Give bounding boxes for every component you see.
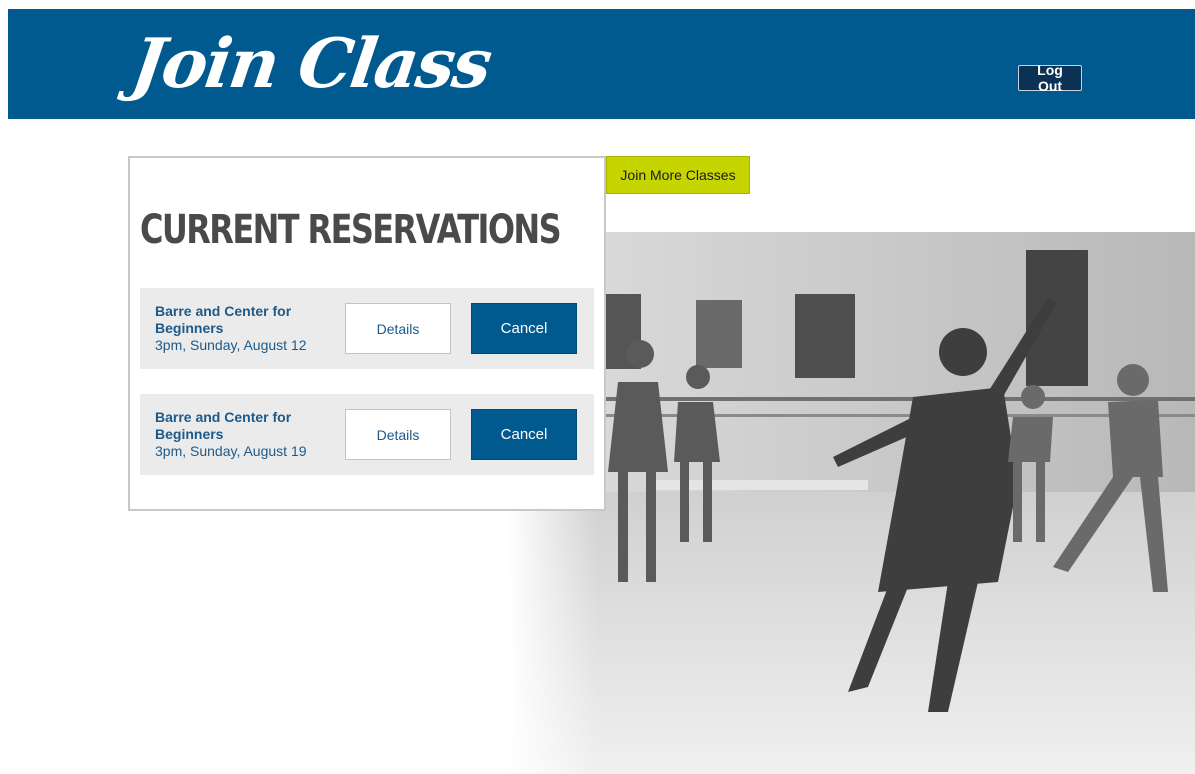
panel-title: CURRENT RESERVATIONS — [140, 207, 562, 253]
details-button[interactable]: Details — [345, 303, 451, 354]
reservation-item: Barre and Center for Beginners 3pm, Sund… — [140, 394, 594, 475]
reservation-class-name: Barre and Center for Beginners — [155, 409, 292, 442]
top-strip — [0, 0, 1195, 9]
details-button[interactable]: Details — [345, 409, 451, 460]
reservation-time: 3pm, Sunday, August 19 — [155, 443, 307, 459]
logout-button[interactable]: Log Out — [1018, 62, 1082, 94]
dance-class-photo — [508, 232, 1195, 774]
current-reservations-panel: CURRENT RESERVATIONS Barre and Center fo… — [128, 156, 606, 511]
reservation-class-name: Barre and Center for Beginners — [155, 303, 292, 336]
join-class-logo[interactable]: Join Class — [126, 19, 496, 109]
join-more-classes-button[interactable]: Join More Classes — [606, 156, 750, 194]
reservation-time: 3pm, Sunday, August 12 — [155, 337, 307, 353]
cancel-button[interactable]: Cancel — [471, 303, 577, 354]
site-header: Join Class Log Out — [8, 9, 1195, 119]
cancel-button[interactable]: Cancel — [471, 409, 577, 460]
reservation-item: Barre and Center for Beginners 3pm, Sund… — [140, 288, 594, 369]
